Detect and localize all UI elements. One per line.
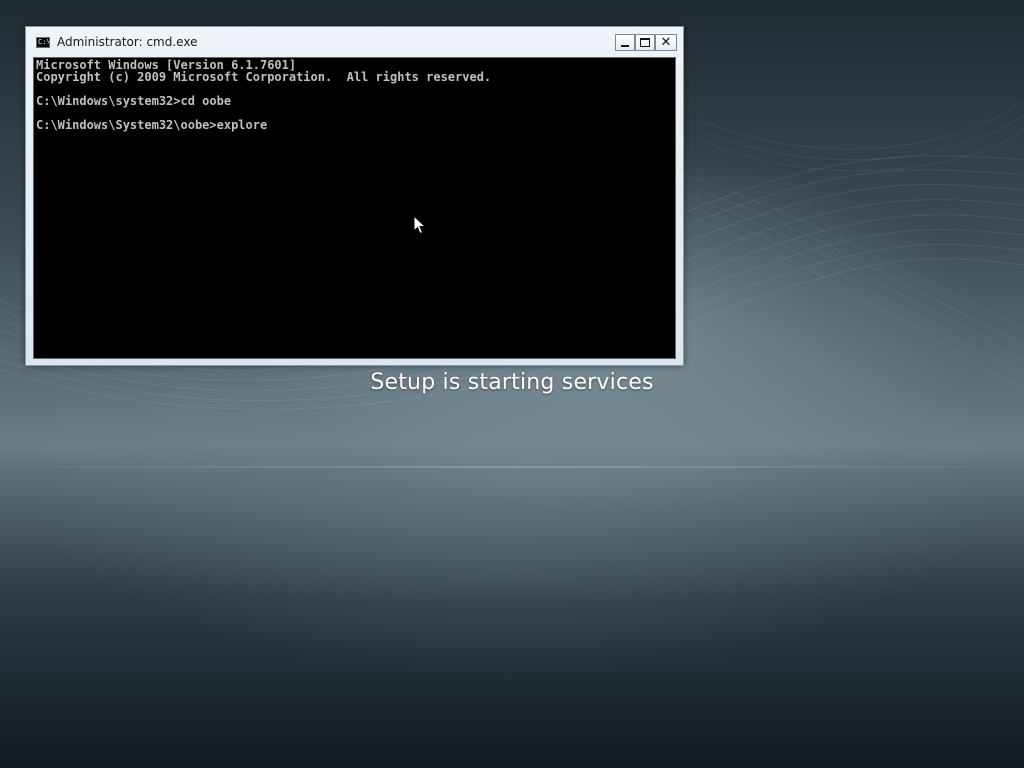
window-title: Administrator: cmd.exe (57, 35, 198, 49)
minimize-icon (621, 45, 629, 47)
cmd-window[interactable]: C:\ Administrator: cmd.exe ✕ Microsoft W… (25, 26, 684, 366)
cmd-app-icon[interactable]: C:\ (36, 37, 50, 48)
console-output[interactable]: Microsoft Windows [Version 6.1.7601] Cop… (33, 57, 676, 359)
mouse-pointer-icon (413, 215, 427, 235)
close-button[interactable]: ✕ (655, 34, 677, 51)
minimize-button[interactable] (615, 34, 635, 51)
maximize-button[interactable] (635, 34, 655, 51)
setup-status-text: Setup is starting services (370, 370, 654, 395)
close-icon: ✕ (660, 35, 672, 50)
console-line: C:\Windows\system32>cd oobe (36, 94, 232, 108)
horizon-line (0, 466, 1024, 468)
console-line: Copyright (c) 2009 Microsoft Corporation… (36, 70, 492, 84)
window-titlebar[interactable]: C:\ Administrator: cmd.exe ✕ (26, 27, 683, 57)
maximize-icon (640, 38, 650, 47)
console-line: C:\Windows\System32\oobe>explore (36, 118, 268, 132)
